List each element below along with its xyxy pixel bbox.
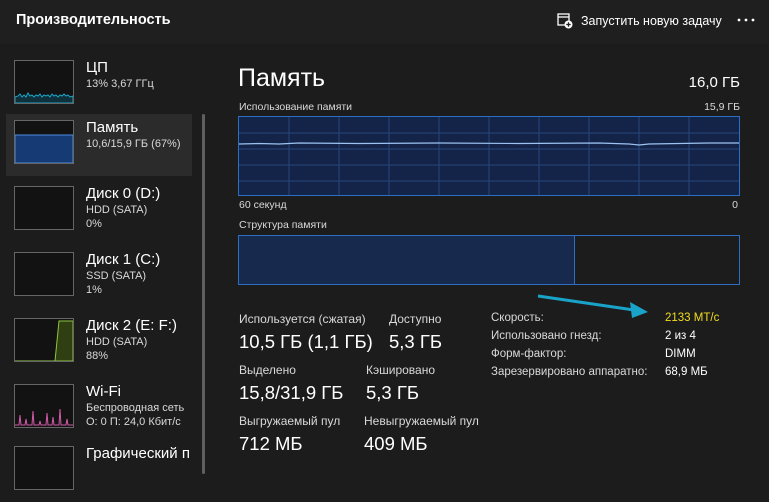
sidebar-item-detail: Беспроводная сеть [86,402,185,414]
disk-0-thumbnail-graph [14,186,74,230]
speed-label: Скорость: [491,312,544,324]
sidebar-item-name: ЦП [86,59,108,76]
disk-1-thumbnail-graph [14,252,74,296]
cpu-thumbnail-graph [14,60,74,104]
new-task-icon [557,13,573,29]
paged-pool-value: 712 МБ [239,433,303,454]
gpu-thumbnail-graph [14,446,74,490]
available-value: 5,3 ГБ [389,331,443,352]
in-use-value: 10,5 ГБ (1,1 ГБ) [239,331,373,352]
sidebar-item-detail: 10,6/15,9 ГБ (67%) [86,138,181,150]
slots-used-value: 2 из 4 [665,330,696,342]
hardware-reserved-value: 68,9 МБ [665,366,708,378]
form-factor-value: DIMM [665,348,696,360]
title-bar: Производительность Запустить новую задач… [0,0,769,44]
nonpaged-pool-label: Невыгружаемый пул [364,414,479,428]
memory-usage-max: 15,9 ГБ [704,101,740,113]
graph-time-end: 0 [732,199,738,211]
more-options-button[interactable] [732,8,760,32]
sidebar-item-disk-1[interactable]: Диск 1 (C:) SSD (SATA) 1% [6,246,192,308]
sidebar-item-wifi[interactable]: Wi-Fi Беспроводная сеть О: 0 П: 24,0 Кби… [6,378,192,440]
sidebar-item-detail: 13% 3,67 ГГц [86,78,154,90]
sidebar-item-detail: SSD (SATA) [86,270,147,282]
speed-value: 2133 МТ/с [665,312,720,324]
memory-usage-graph [238,116,740,196]
form-factor-label: Форм-фактор: [491,348,567,360]
memory-in-use-segment [239,236,573,284]
sidebar-scrollbar[interactable] [202,114,205,474]
run-new-task-label: Запустить новую задачу [581,14,722,28]
committed-label: Выделено [239,363,296,377]
wifi-thumbnail-graph [14,384,74,428]
run-new-task-button[interactable]: Запустить новую задачу [557,9,722,33]
sidebar-item-usage: 0% [86,218,102,230]
sidebar-item-gpu[interactable]: Графический п [6,440,192,502]
cached-value: 5,3 ГБ [366,382,420,403]
more-options-icon [737,18,755,22]
sidebar-item-detail: HDD (SATA) [86,336,148,348]
cached-label: Кэшировано [366,363,436,377]
sidebar: ЦП 13% 3,67 ГГц Память 10,6/15,9 ГБ (67%… [0,44,205,490]
sidebar-item-detail: HDD (SATA) [86,204,148,216]
memory-panel: Память 16,0 ГБ Использование памяти 15,9… [238,44,740,460]
sidebar-item-cpu[interactable]: ЦП 13% 3,67 ГГц [6,54,192,116]
sidebar-item-name: Диск 1 (C:) [86,251,161,268]
sidebar-item-name: Память [86,119,139,136]
memory-modified-segment [572,236,575,284]
sidebar-item-usage: 1% [86,284,102,296]
page-title: Память [238,64,326,92]
memory-thumbnail-graph [14,120,74,164]
memory-usage-label: Использование памяти [239,101,353,113]
sidebar-item-disk-0[interactable]: Диск 0 (D:) HDD (SATA) 0% [6,180,192,242]
in-use-label: Используется (сжатая) [239,312,366,326]
sidebar-item-name: Графический п [86,445,190,462]
committed-value: 15,8/31,9 ГБ [239,382,344,403]
hardware-reserved-label: Зарезервировано аппаратно: [491,366,648,378]
sidebar-item-usage: 88% [86,350,109,362]
sidebar-item-disk-2[interactable]: Диск 2 (E: F:) HDD (SATA) 88% [6,312,192,374]
sidebar-item-name: Wi-Fi [86,383,121,400]
sidebar-item-name: Диск 0 (D:) [86,185,161,202]
sidebar-item-memory[interactable]: Память 10,6/15,9 ГБ (67%) [6,114,192,176]
slots-used-label: Использовано гнезд: [491,330,602,342]
graph-time-span: 60 секунд [239,199,287,211]
memory-composition-bar [238,235,740,285]
disk-2-thumbnail-graph [14,318,74,362]
sidebar-item-name: Диск 2 (E: F:) [86,317,177,334]
page-header-title: Производительность [16,12,171,28]
memory-composition-label: Структура памяти [239,219,327,231]
nonpaged-pool-value: 409 МБ [364,433,428,454]
total-memory: 16,0 ГБ [688,74,740,91]
available-label: Доступно [389,312,442,326]
sidebar-item-throughput: О: 0 П: 24,0 Кбит/с [86,416,181,428]
paged-pool-label: Выгружаемый пул [239,414,341,428]
